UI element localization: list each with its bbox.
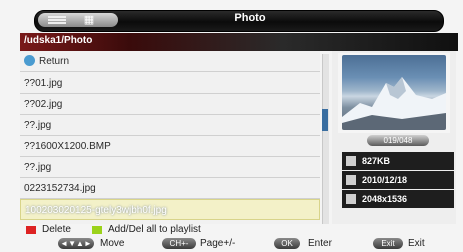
file-item[interactable]: ??1600X1200.BMP bbox=[20, 136, 320, 157]
file-item[interactable]: ??.jpg bbox=[20, 115, 320, 136]
enter-hint: Enter bbox=[308, 238, 332, 249]
red-key-icon bbox=[26, 226, 36, 234]
scrollbar-track[interactable] bbox=[322, 54, 329, 224]
file-list: Return ??01.jpg ??02.jpg ??.jpg ??1600X1… bbox=[20, 51, 320, 224]
file-size: 827KB bbox=[362, 156, 391, 166]
channel-key-icon: CH+- bbox=[162, 238, 196, 249]
image-size-icon bbox=[346, 193, 356, 204]
file-item[interactable]: ??02.jpg bbox=[20, 94, 320, 115]
photo-thumbnail bbox=[342, 55, 446, 130]
page-indicator: 019/048 bbox=[367, 135, 429, 146]
return-item[interactable]: Return bbox=[20, 51, 320, 72]
file-size-info: 827KB bbox=[342, 152, 454, 170]
file-item[interactable]: 0223152734.jpg bbox=[20, 178, 320, 199]
arrow-keys-icon: ◄▼▲► bbox=[58, 238, 94, 249]
green-key-icon bbox=[92, 226, 102, 234]
ok-key-icon: OK bbox=[274, 238, 300, 249]
resolution-info: 2048x1536 bbox=[342, 190, 454, 208]
file-item[interactable]: ??.jpg bbox=[20, 157, 320, 178]
return-label: Return bbox=[39, 56, 70, 67]
file-date: 2010/12/18 bbox=[362, 175, 408, 185]
file-icon bbox=[346, 155, 356, 166]
exit-hint: Exit bbox=[408, 238, 425, 249]
page-hint: Page+/- bbox=[200, 238, 236, 249]
return-icon bbox=[24, 54, 35, 66]
calendar-icon bbox=[346, 174, 356, 185]
add-playlist-hint: Add/Del all to playlist bbox=[108, 224, 201, 235]
file-item[interactable]: ??01.jpg bbox=[20, 73, 320, 94]
file-item-selected[interactable]: 100203020125-gtely3wjbh0f.jpg bbox=[20, 199, 320, 220]
image-resolution: 2048x1536 bbox=[362, 194, 408, 204]
grid-view-icon[interactable]: ▦ bbox=[80, 15, 98, 26]
list-view-icon[interactable] bbox=[48, 15, 66, 25]
delete-hint: Delete bbox=[42, 224, 71, 235]
move-hint: Move bbox=[100, 238, 125, 249]
page-title: Photo bbox=[234, 12, 266, 24]
date-info: 2010/12/18 bbox=[342, 171, 454, 189]
exit-key-icon: Exit bbox=[373, 238, 403, 249]
current-path: /udska1/Photo bbox=[24, 35, 93, 46]
scrollbar-thumb[interactable] bbox=[322, 109, 328, 131]
